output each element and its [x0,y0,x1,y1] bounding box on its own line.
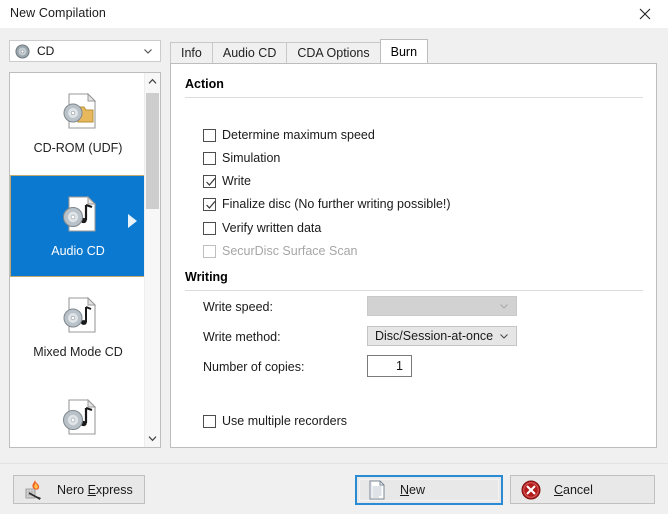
chevron-up-icon [148,78,157,84]
checkbox-box-checked [203,197,216,211]
checkbox-determine-maximum-speed[interactable]: Determine maximum speed [203,128,375,142]
tab-info[interactable]: Info [170,42,213,63]
number-of-copies-label: Number of copies: [203,360,305,374]
list-scrollbar[interactable] [144,73,160,447]
list-item-selected[interactable]: Audio CD [10,175,146,277]
number-of-copies-input[interactable]: 1 [367,355,412,377]
checkbox-finalize-disc[interactable]: Finalize disc (No further writing possib… [203,197,451,211]
checkbox-label: Write [222,174,251,188]
checkbox-label: Simulation [222,151,281,165]
checkbox-box-checked [203,174,216,188]
cd-music-doc-icon [63,195,97,232]
scroll-down-button[interactable] [145,430,160,447]
device-type-combo[interactable]: CD [9,40,161,62]
close-icon [639,8,651,20]
cd-folder-doc-icon [63,92,97,129]
number-of-copies-value: 1 [396,359,403,373]
writing-group-title: Writing [185,270,228,284]
write-method-select[interactable]: Disc/Session-at-once [367,326,517,346]
window-title: New Compilation [10,6,106,20]
compilation-type-items: CD-ROM (UDF) Audio CD Mixed Mode CD [10,73,146,447]
new-button-label: New [400,483,426,497]
list-item-label: CD-ROM (UDF) [33,141,123,155]
checkbox-box [203,414,216,428]
write-method-value: Disc/Session-at-once [375,329,494,343]
action-group-divider [185,97,643,98]
checkbox-box [203,128,216,142]
close-button[interactable] [622,0,668,28]
device-type-value: CD [37,44,55,58]
nero-express-button[interactable]: Nero Express [13,475,145,504]
new-button[interactable]: New [355,475,503,505]
checkbox-write[interactable]: Write [203,174,251,188]
scrollbar-thumb[interactable] [146,93,159,209]
write-method-label: Write method: [203,330,281,344]
list-item-label: Audio CD [51,244,105,258]
checkbox-use-multiple-recorders[interactable]: Use multiple recorders [203,414,347,428]
checkbox-box [203,221,216,235]
checkbox-box-disabled [203,244,216,258]
chevron-down-icon [500,334,508,339]
scroll-up-button[interactable] [145,73,160,90]
chevron-down-icon [144,49,152,54]
compilation-type-list[interactable]: CD-ROM (UDF) Audio CD Mixed Mode CD [9,72,161,448]
cd-music-doc-icon [63,398,97,435]
cancel-x-icon [521,480,541,499]
list-item-label: Mixed Mode CD [33,345,123,359]
checkbox-label: Finalize disc (No further writing possib… [222,197,451,211]
tab-cda-options[interactable]: CDA Options [286,42,381,63]
dialog-footer: Nero Express New Cancel [0,463,668,514]
cancel-button[interactable]: Cancel [510,475,655,504]
checkbox-verify-written-data[interactable]: Verify written data [203,221,321,235]
checkbox-box [203,151,216,165]
nero-flame-icon [25,479,41,500]
checkmark-icon [206,200,216,209]
selected-indicator-arrow-icon [128,214,137,228]
tab-strip: Info Audio CD CDA Options Burn [170,39,429,63]
checkbox-securdisc-surface-scan: SecurDisc Surface Scan [203,244,357,258]
action-group-title: Action [185,77,224,91]
tab-burn[interactable]: Burn [379,39,429,63]
chevron-down-icon [148,436,157,442]
cancel-button-label: Cancel [554,482,593,497]
write-speed-select [367,296,517,316]
window-body: CD CD-ROM (UDF) Audio CD Mixed Mode CD I… [0,28,668,463]
chevron-down-icon [500,304,508,309]
list-item[interactable] [10,379,146,447]
list-item[interactable]: Mixed Mode CD [10,277,146,379]
cd-note-doc-icon [63,296,97,333]
checkmark-icon [206,177,216,186]
new-document-icon [369,480,385,500]
list-item[interactable]: CD-ROM (UDF) [10,73,146,175]
disc-icon [15,43,30,59]
checkbox-label: SecurDisc Surface Scan [222,244,358,258]
writing-group-divider [185,290,643,291]
nero-express-button-label: Nero Express [57,482,133,497]
checkbox-label: Verify written data [222,221,322,235]
tab-audio-cd[interactable]: Audio CD [211,42,288,63]
write-speed-label: Write speed: [203,300,273,314]
title-bar: New Compilation [0,0,668,28]
checkbox-label: Determine maximum speed [222,128,375,142]
checkbox-label: Use multiple recorders [222,414,348,428]
burn-tab-panel: Action Determine maximum speed Simulatio… [170,63,657,448]
checkbox-simulation[interactable]: Simulation [203,151,280,165]
